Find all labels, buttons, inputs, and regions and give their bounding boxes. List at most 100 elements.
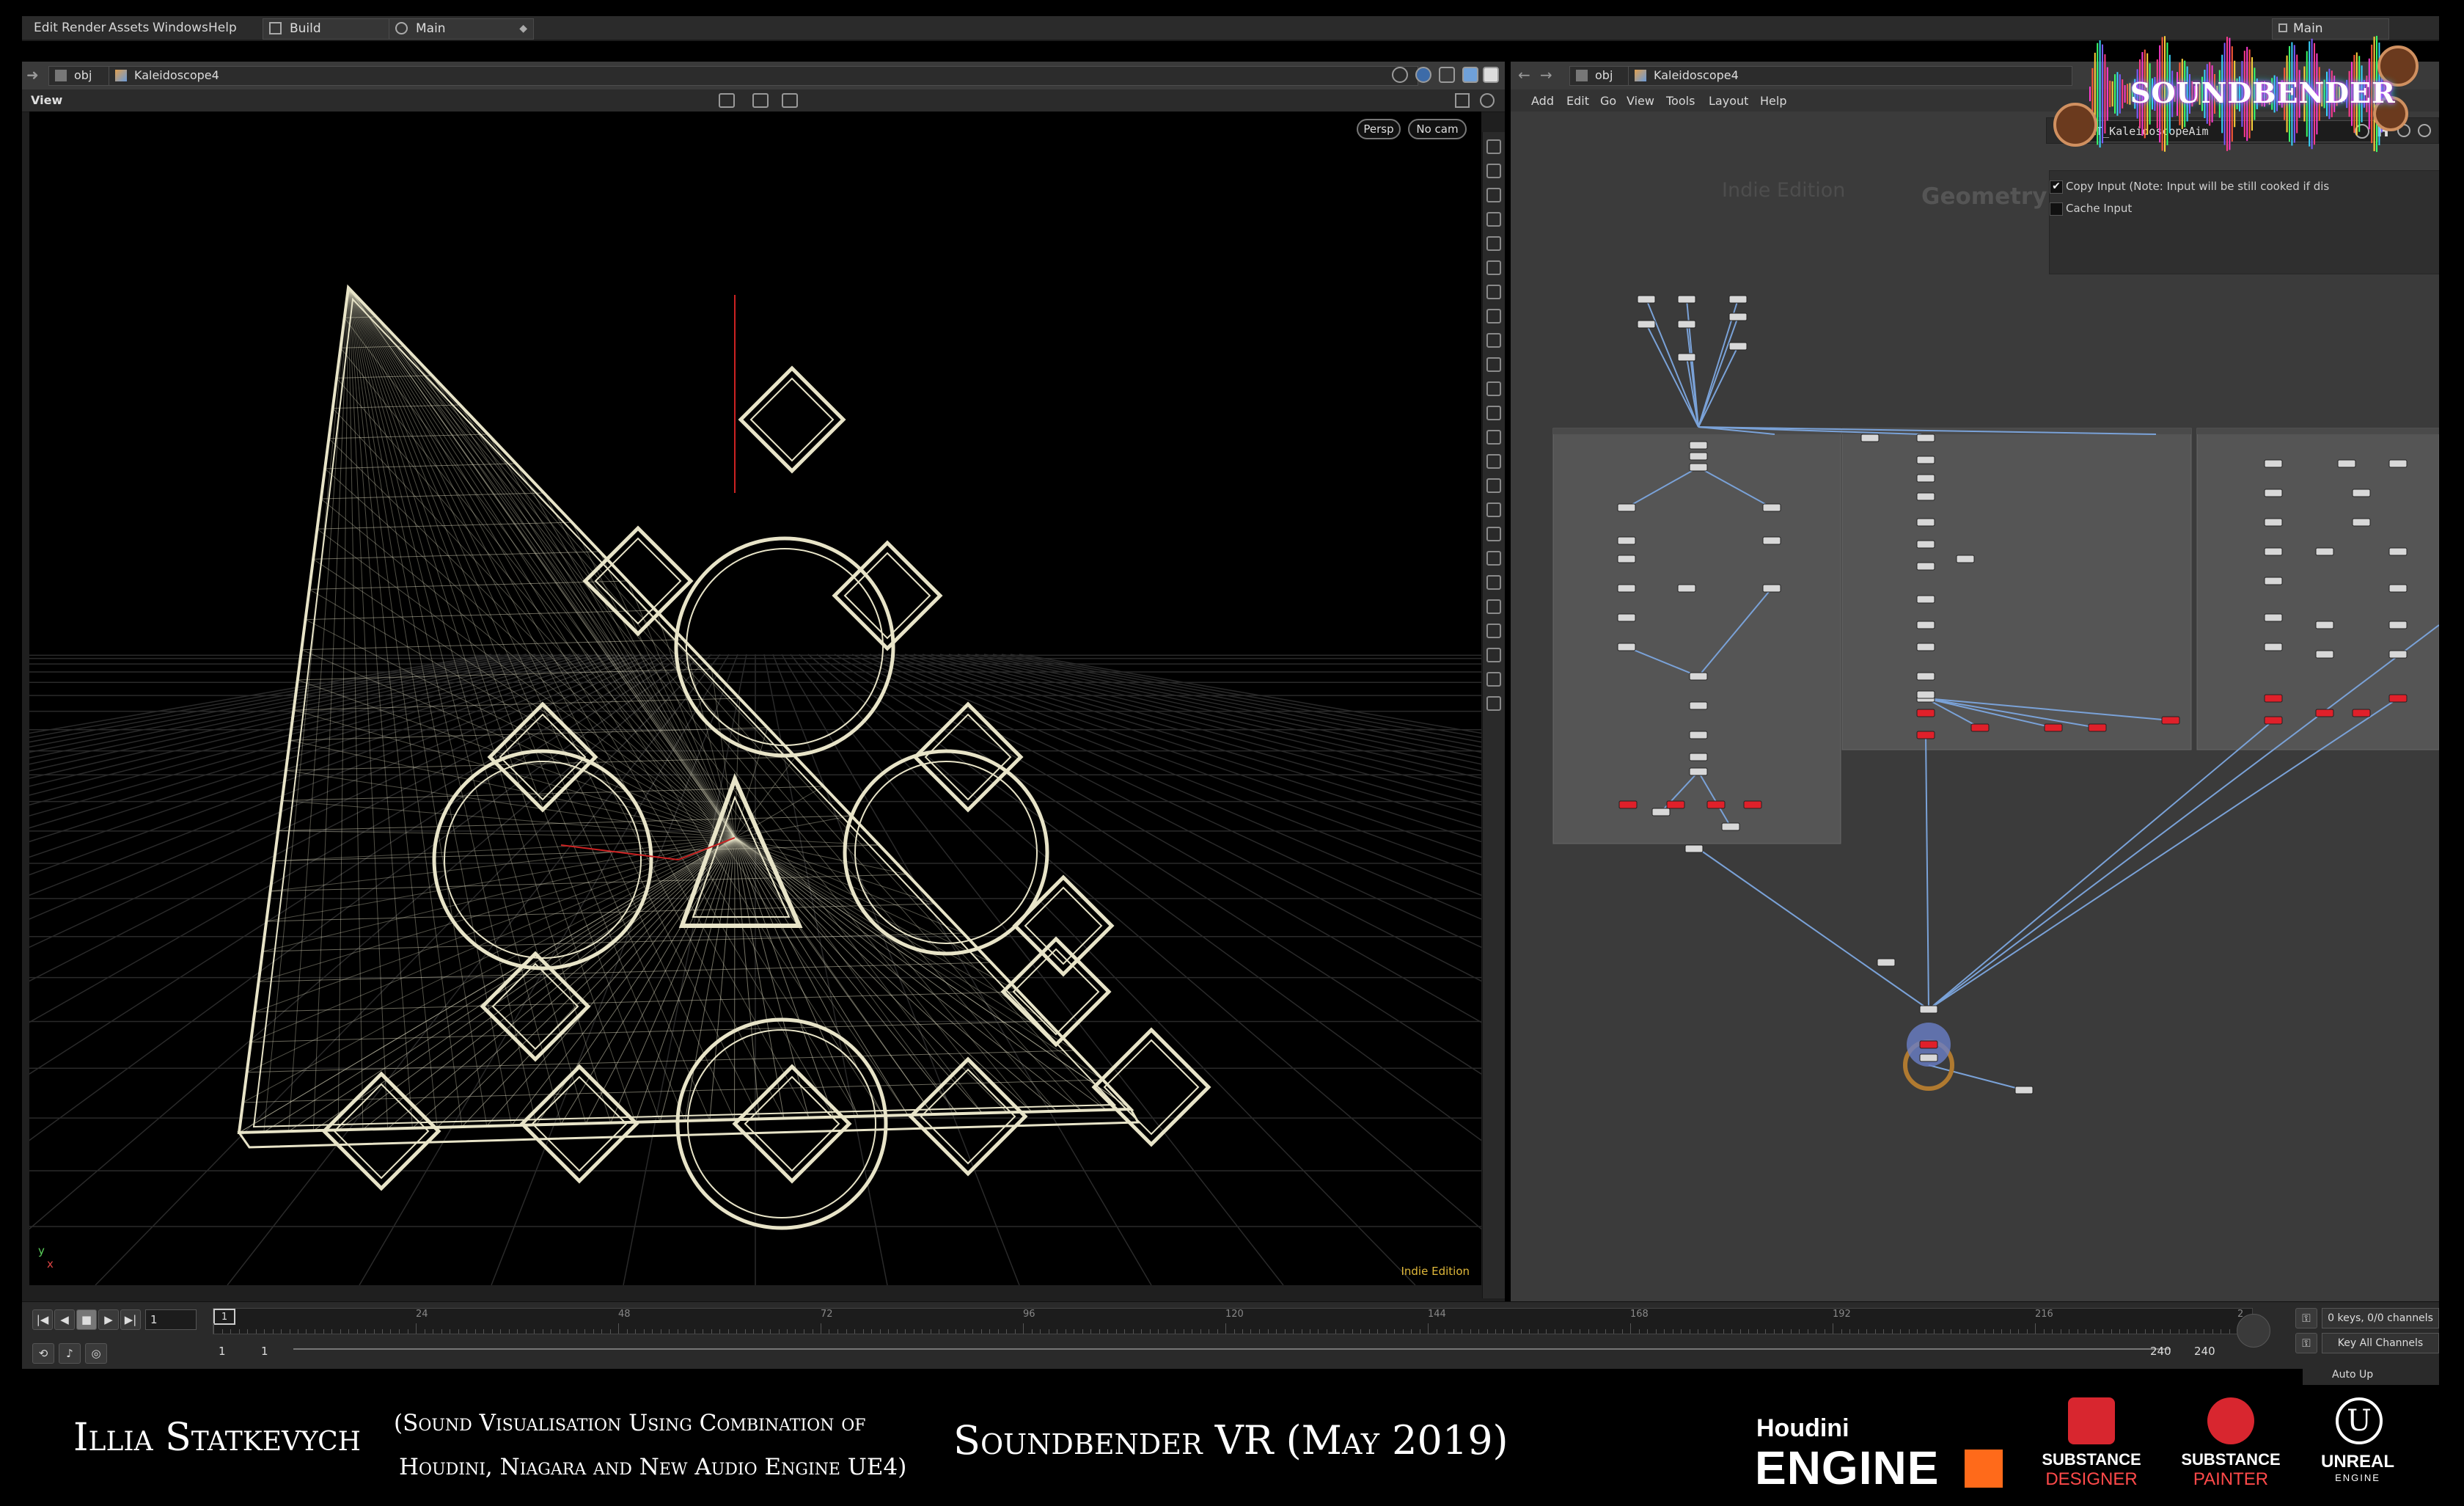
help-icon[interactable] <box>1480 93 1495 108</box>
net-menu-go[interactable]: Go <box>1600 94 1616 108</box>
forward-arrow-icon[interactable]: → <box>1540 66 1552 84</box>
key-all-channels-button[interactable]: Key All Channels <box>2322 1333 2439 1353</box>
desktop-select[interactable]: Build ◆ <box>263 18 408 40</box>
ghost-icon[interactable] <box>1486 624 1501 638</box>
transform-icon[interactable] <box>782 93 798 108</box>
ruler-tick-mark <box>1276 1329 1277 1334</box>
cube-icon[interactable] <box>1486 406 1501 420</box>
checkbox-checked[interactable]: ✔ <box>2050 180 2063 194</box>
unreal-u-icon: U <box>2336 1397 2383 1444</box>
path-root-label: obj <box>74 68 92 82</box>
shading-icon[interactable] <box>1486 236 1501 251</box>
range-end-field[interactable]: 240 <box>2146 1342 2190 1362</box>
jump-end-button[interactable]: ▶| <box>120 1309 141 1330</box>
node-wire <box>1928 720 2274 1010</box>
bg-icon[interactable] <box>1486 502 1501 517</box>
select-mode-icon[interactable] <box>752 93 769 108</box>
houdini-engine-logo: Houdini ENGINE <box>1755 1414 2013 1494</box>
lightbulb-icon[interactable] <box>1486 164 1501 178</box>
sphere-icon[interactable] <box>1486 430 1501 445</box>
path-segment-node[interactable]: Kaleidoscope4 <box>1628 66 2072 86</box>
net-menu-layout[interactable]: Layout <box>1709 94 1748 108</box>
net-menu-add[interactable]: Add <box>1531 94 1554 108</box>
menu-help[interactable]: Help <box>208 21 237 35</box>
net-menu-help[interactable]: Help <box>1760 94 1786 108</box>
play-reverse-button[interactable]: ◀ <box>54 1309 75 1330</box>
ruler-tick-mark <box>1335 1329 1336 1334</box>
cache-input-checkbox[interactable]: Cache Input <box>2050 202 2133 216</box>
ruler-tick-label: 168 <box>1630 1309 1649 1320</box>
wire-icon[interactable] <box>1486 575 1501 590</box>
jump-start-button[interactable]: |◀ <box>32 1309 53 1330</box>
vertex-icon[interactable] <box>1486 527 1501 541</box>
copy-input-checkbox[interactable]: ✔ Copy Input (Note: Input will be still … <box>2050 180 2329 194</box>
frame-marker[interactable]: 1 <box>213 1309 235 1325</box>
stop-button[interactable]: ■ <box>76 1309 97 1330</box>
layout-icon[interactable] <box>1439 67 1455 83</box>
shade-icon[interactable] <box>1486 599 1501 614</box>
display-icon[interactable] <box>1486 333 1501 348</box>
shelf-select[interactable]: Main ◆ <box>389 18 534 40</box>
ruler-tick-mark <box>1032 1329 1033 1334</box>
realtime-icon[interactable]: ⟲ <box>32 1343 54 1364</box>
back-arrow-icon[interactable]: ➜ <box>26 66 39 84</box>
frame-ruler[interactable]: 1 24 48 72 96 120 144 168 192 216 2 <box>213 1308 2253 1334</box>
range-end-field-2[interactable]: 240 <box>2190 1342 2234 1362</box>
image-icon[interactable] <box>1486 478 1501 493</box>
net-menu-view[interactable]: View <box>1627 94 1654 108</box>
key-icon[interactable]: ⚿ <box>2295 1308 2317 1328</box>
light-icon[interactable] <box>1486 212 1501 227</box>
menu-edit[interactable]: Edit <box>34 21 58 35</box>
normals-icon[interactable] <box>1486 260 1501 275</box>
edge-icon[interactable] <box>1486 551 1501 566</box>
text-icon[interactable] <box>1486 454 1501 469</box>
ruler-tick-mark <box>2136 1329 2137 1334</box>
ruler-tick-label: 192 <box>1833 1309 1851 1320</box>
graph-node <box>2388 694 2408 703</box>
grid-icon[interactable] <box>1486 309 1501 324</box>
snap-icon[interactable] <box>719 93 735 108</box>
node-network-editor[interactable]: Indie Edition Geometry ✔ Copy Input (Not… <box>1511 112 2439 1301</box>
ruler-icon[interactable] <box>1486 381 1501 396</box>
range-slider[interactable] <box>293 1342 2171 1356</box>
keyframe-tools-icon[interactable] <box>2237 1314 2270 1348</box>
lock-icon[interactable] <box>1486 139 1501 154</box>
menu-render[interactable]: Render <box>62 21 106 35</box>
menu-windows[interactable]: Windows <box>153 21 208 35</box>
camera-icon[interactable] <box>1486 188 1501 202</box>
ruler-tick-mark <box>2229 1329 2230 1334</box>
checkbox-unchecked[interactable] <box>2050 202 2063 216</box>
camera-button[interactable]: No cam <box>1408 119 1467 139</box>
ruler-tick-label: 48 <box>618 1309 631 1320</box>
back-arrow-icon[interactable]: ← <box>1518 66 1530 84</box>
menu-assets[interactable]: Assets <box>109 21 149 35</box>
render-icon[interactable] <box>1486 696 1501 711</box>
net-menu-edit[interactable]: Edit <box>1566 94 1589 108</box>
persp-button[interactable]: Persp <box>1357 119 1401 139</box>
current-frame-field[interactable]: 1 <box>145 1309 197 1330</box>
audio-icon[interactable]: ♪ <box>59 1343 81 1364</box>
3d-viewport[interactable]: Persp No cam Indie Edition y x <box>29 112 1481 1285</box>
maximize-icon[interactable] <box>1483 67 1499 83</box>
path-segment-node[interactable]: Kaleidoscope4 <box>109 66 1418 86</box>
ruler-tick-label: 216 <box>2035 1309 2053 1320</box>
ruler-tick-mark <box>1571 1329 1572 1334</box>
key-all-icon[interactable]: ⚿ <box>2295 1333 2317 1353</box>
play-button[interactable]: ▶ <box>98 1309 119 1330</box>
network-icon[interactable] <box>1462 67 1478 83</box>
net-menu-tools[interactable]: Tools <box>1666 94 1695 108</box>
ruler-tick-mark <box>213 1323 214 1334</box>
info-icon[interactable] <box>1486 648 1501 662</box>
layout-icon[interactable] <box>1486 672 1501 687</box>
snap-icon[interactable] <box>1486 357 1501 372</box>
link-icon[interactable] <box>1415 67 1431 83</box>
cache-input-label: Cache Input <box>2066 202 2133 215</box>
auto-update-toggle[interactable]: Auto Up <box>2303 1369 2439 1385</box>
range-start-field-2[interactable]: 1 <box>257 1342 293 1362</box>
pin-icon[interactable] <box>1392 67 1408 83</box>
display-options-icon[interactable] <box>1455 93 1470 108</box>
points-icon[interactable] <box>1486 285 1501 299</box>
range-start-field[interactable]: 1 <box>214 1342 258 1362</box>
ruler-tick-mark <box>256 1329 257 1334</box>
sync-icon[interactable]: ◎ <box>85 1343 107 1364</box>
